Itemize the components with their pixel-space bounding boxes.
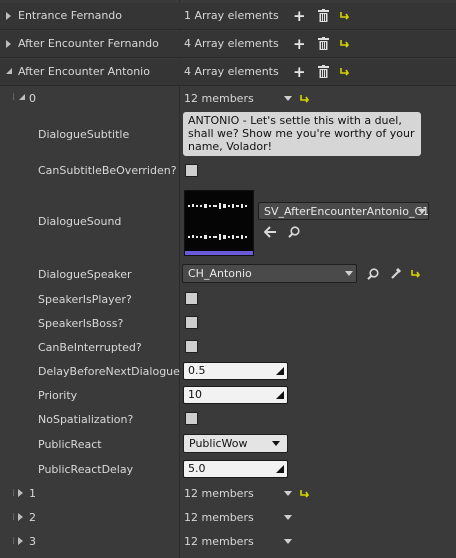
expand-arrow-icon[interactable] bbox=[18, 537, 23, 545]
chevron-down-icon[interactable] bbox=[284, 539, 292, 544]
dialogue-subtitle-field[interactable]: ANTONIO - Let's settle this with a duel,… bbox=[183, 112, 421, 156]
array-count: 4 Array elements bbox=[184, 65, 279, 78]
can-be-interrupted-checkbox[interactable] bbox=[185, 340, 198, 353]
prop-label-can-subtitle-be-overriden: CanSubtitleBeOverriden? bbox=[38, 164, 177, 177]
browse-arrow-icon[interactable] bbox=[264, 226, 277, 238]
dialogue-sound-value: SV_AfterEncounterAntonio_C1 bbox=[264, 205, 429, 218]
element-row-2[interactable]: ⁞ 2 12 members bbox=[0, 506, 456, 530]
delay-value: 0.5 bbox=[188, 364, 206, 377]
prop-label-speaker-is-boss: SpeakerIsBoss? bbox=[38, 317, 124, 330]
trash-icon[interactable] bbox=[318, 65, 329, 78]
speaker-is-boss-checkbox[interactable] bbox=[185, 316, 198, 329]
prop-label-dialogue-subtitle: DialogueSubtitle bbox=[38, 128, 130, 141]
plus-icon[interactable]: + bbox=[293, 37, 306, 52]
search-icon[interactable] bbox=[288, 226, 300, 238]
can-subtitle-be-overriden-checkbox[interactable] bbox=[185, 164, 198, 177]
expand-arrow-icon[interactable] bbox=[18, 489, 23, 497]
element-members: 12 members bbox=[184, 92, 254, 105]
prop-label-public-react-delay: PublicReactDelay bbox=[38, 463, 134, 476]
prop-label-public-react: PublicReact bbox=[38, 438, 102, 451]
reset-arrow-icon[interactable] bbox=[340, 67, 350, 76]
chevron-down-icon[interactable] bbox=[284, 491, 292, 496]
trash-icon[interactable] bbox=[318, 9, 329, 22]
prop-label-speaker-is-player: SpeakerIsPlayer? bbox=[38, 293, 132, 306]
dialogue-speaker-value: CH_Antonio bbox=[188, 267, 252, 280]
array-count: 4 Array elements bbox=[184, 37, 279, 50]
delay-before-next-dialogue-input[interactable]: 0.5 bbox=[183, 362, 288, 380]
sound-thumbnail[interactable] bbox=[184, 190, 254, 256]
array-label: After Encounter Antonio bbox=[18, 65, 150, 78]
array-label: Entrance Fernando bbox=[18, 9, 123, 22]
element-index: 0 bbox=[29, 92, 36, 105]
prop-label-can-be-interrupted: CanBeInterrupted? bbox=[38, 341, 142, 354]
no-spatialization-checkbox[interactable] bbox=[185, 412, 198, 425]
public-react-delay-value: 5.0 bbox=[188, 462, 206, 475]
array-row-after-encounter-antonio[interactable]: After Encounter Antonio 4 Array elements… bbox=[0, 59, 456, 86]
reset-arrow-icon[interactable] bbox=[340, 39, 350, 48]
drag-handle-icon[interactable]: ⁞ bbox=[12, 488, 15, 499]
search-icon[interactable] bbox=[367, 268, 379, 280]
chevron-down-icon[interactable] bbox=[418, 209, 426, 214]
public-react-delay-input[interactable]: 5.0 bbox=[183, 460, 288, 478]
reset-arrow-icon[interactable] bbox=[340, 11, 350, 20]
prop-label-delay-before-next-dialogue: DelayBeforeNextDialogue bbox=[38, 365, 180, 378]
array-row-entrance-fernando[interactable]: Entrance Fernando 1 Array elements + bbox=[0, 3, 456, 30]
element-index: 1 bbox=[29, 487, 36, 500]
public-react-value: PublicWow bbox=[189, 437, 248, 450]
expand-arrow-icon[interactable] bbox=[6, 12, 11, 20]
chevron-down-icon[interactable] bbox=[345, 271, 353, 276]
drag-handle-icon[interactable]: ⁞ bbox=[12, 92, 15, 103]
element-row-3[interactable]: ⁞ 3 12 members bbox=[0, 530, 456, 554]
prop-label-no-spatialization: NoSpatialization? bbox=[38, 413, 134, 426]
array-label: After Encounter Fernando bbox=[18, 37, 159, 50]
prop-label-priority: Priority bbox=[38, 389, 78, 402]
dialogue-speaker-combo[interactable]: CH_Antonio bbox=[182, 264, 357, 283]
reset-arrow-icon[interactable] bbox=[300, 489, 310, 498]
drag-handle-icon[interactable]: ⁞ bbox=[12, 512, 15, 523]
collapse-arrow-icon[interactable] bbox=[19, 94, 25, 100]
reset-arrow-icon[interactable] bbox=[300, 94, 310, 103]
chevron-down-icon[interactable] bbox=[284, 96, 292, 101]
plus-icon[interactable]: + bbox=[293, 9, 306, 24]
array-count: 1 Array elements bbox=[184, 9, 279, 22]
waveform-icon bbox=[185, 203, 253, 255]
collapse-arrow-icon[interactable] bbox=[6, 68, 12, 74]
chevron-down-icon[interactable] bbox=[284, 515, 292, 520]
drag-handle-icon[interactable]: ⁞ bbox=[12, 536, 15, 547]
dialogue-sound-combo[interactable]: SV_AfterEncounterAntonio_C1 bbox=[258, 202, 429, 220]
plus-icon[interactable]: + bbox=[293, 65, 306, 80]
element-index: 2 bbox=[29, 511, 36, 524]
resize-icon[interactable] bbox=[276, 465, 284, 473]
priority-value: 10 bbox=[188, 388, 202, 401]
prop-label-dialogue-sound: DialogueSound bbox=[38, 215, 122, 228]
element-index: 3 bbox=[29, 535, 36, 548]
reset-arrow-icon[interactable] bbox=[411, 269, 421, 278]
expand-arrow-icon[interactable] bbox=[6, 40, 11, 48]
priority-input[interactable]: 10 bbox=[183, 386, 288, 404]
speaker-is-player-checkbox[interactable] bbox=[185, 292, 198, 305]
resize-icon[interactable] bbox=[276, 391, 284, 399]
prop-label-dialogue-speaker: DialogueSpeaker bbox=[38, 268, 132, 281]
element-members: 12 members bbox=[184, 511, 254, 524]
array-row-after-encounter-fernando[interactable]: After Encounter Fernando 4 Array element… bbox=[0, 31, 456, 58]
chevron-down-icon[interactable] bbox=[272, 441, 280, 446]
trash-icon[interactable] bbox=[318, 37, 329, 50]
element-row-1[interactable]: ⁞ 1 12 members bbox=[0, 482, 456, 506]
expand-arrow-icon[interactable] bbox=[18, 513, 23, 521]
element-row-0[interactable]: ⁞ 0 12 members bbox=[0, 86, 456, 110]
eyedropper-icon[interactable] bbox=[390, 267, 402, 280]
element-members: 12 members bbox=[184, 535, 254, 548]
resize-icon[interactable] bbox=[276, 367, 284, 375]
element-members: 12 members bbox=[184, 487, 254, 500]
